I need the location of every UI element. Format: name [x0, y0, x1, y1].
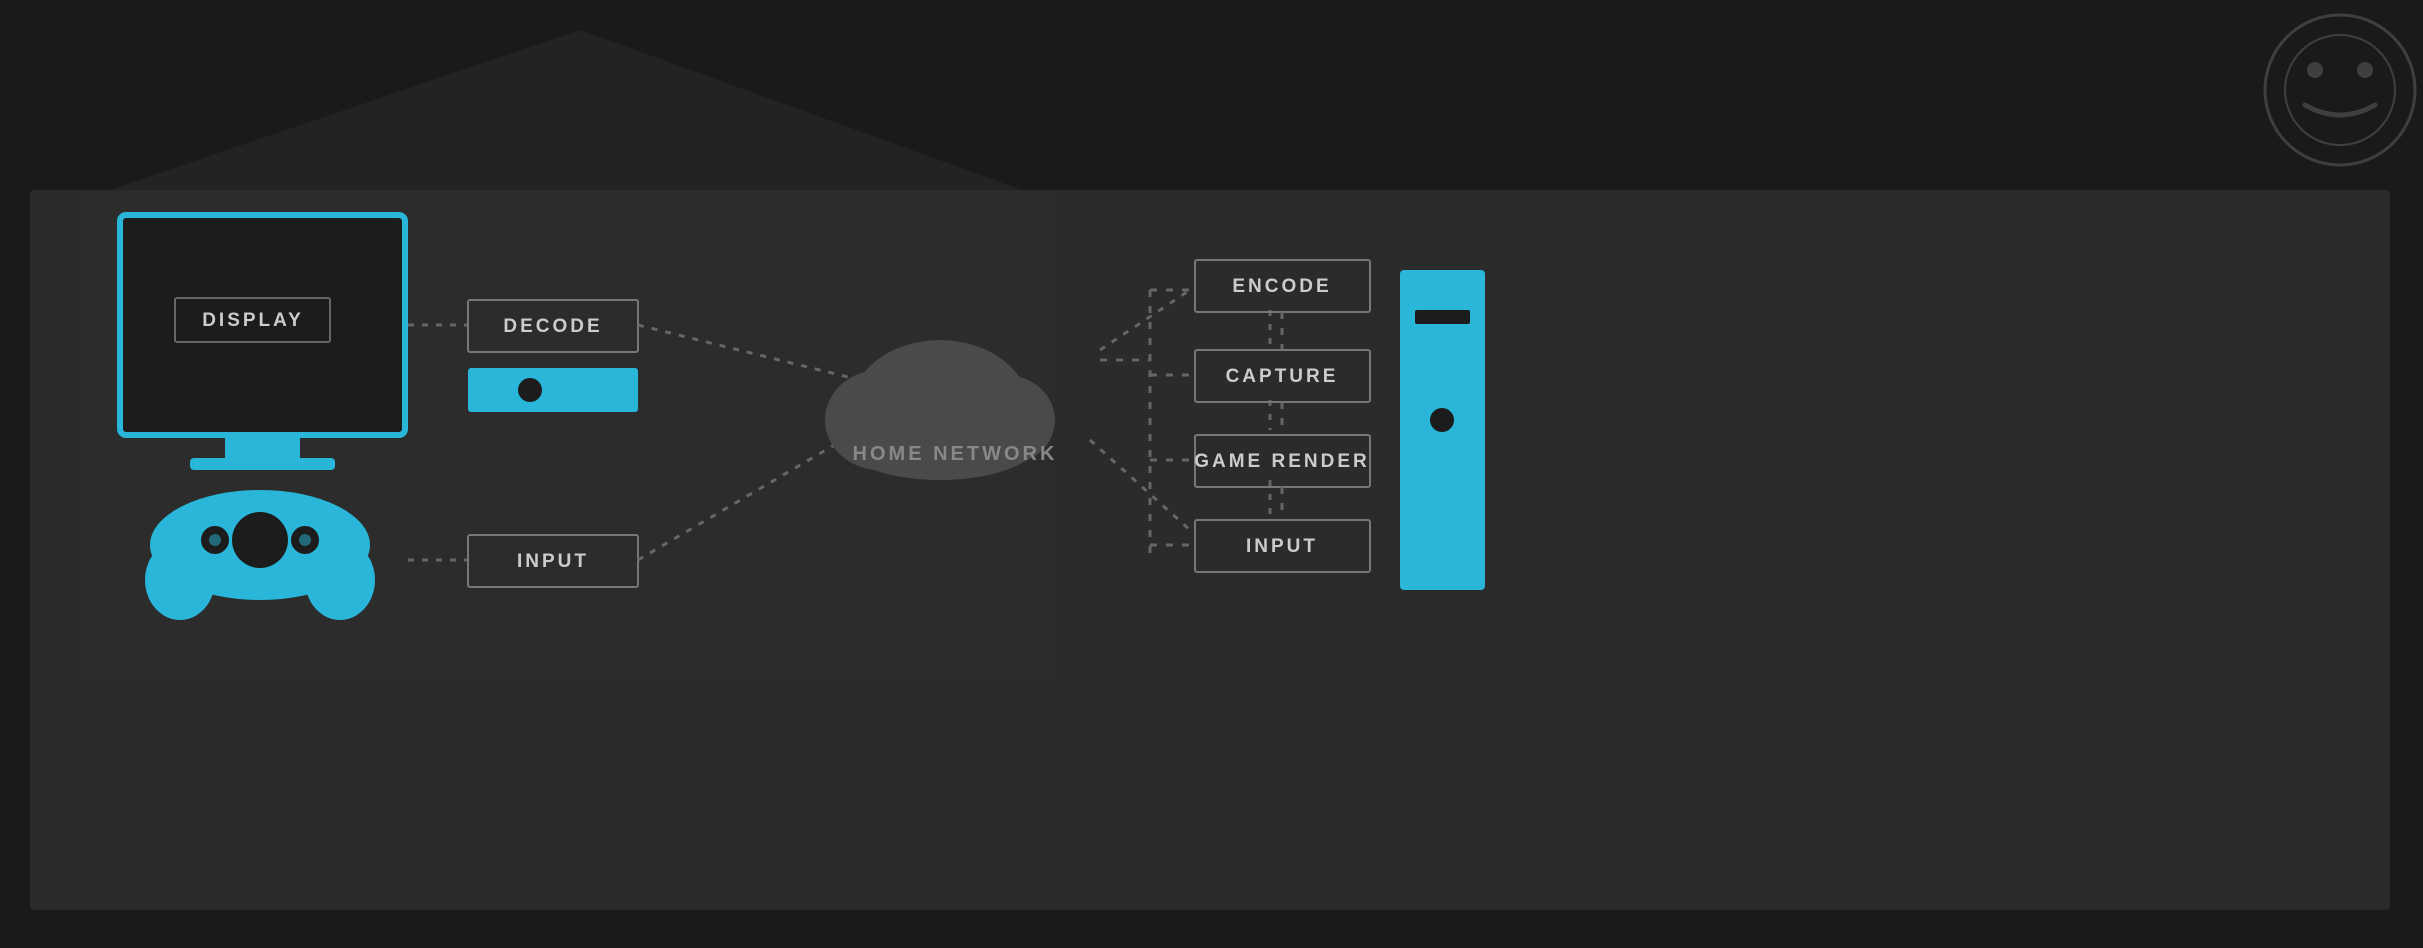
cloud-label: HOME NETWORK [853, 443, 1058, 465]
encode-label: ENCODE [1232, 276, 1331, 297]
display-label: DISPLAY [202, 310, 304, 331]
decode-cloud-connector [638, 325, 860, 380]
server-input-label: INPUT [1246, 536, 1318, 557]
pc-drive-slot [1415, 310, 1470, 324]
input-cloud-connector [638, 430, 860, 560]
capture-label: CAPTURE [1226, 366, 1339, 387]
steam-link-button [518, 378, 542, 402]
cloud-input-connector [1090, 440, 1190, 530]
decode-label: DECODE [503, 316, 602, 337]
tv-stand-base [190, 458, 335, 470]
pc-power-button [1430, 408, 1454, 432]
client-input-label: INPUT [517, 551, 589, 572]
tv-stand-neck [225, 435, 300, 460]
cloud-encode-connector [1100, 290, 1190, 350]
game-render-label: GAME RENDER [1194, 451, 1370, 472]
controller-icon [145, 490, 375, 620]
steam-link-device [468, 368, 638, 412]
